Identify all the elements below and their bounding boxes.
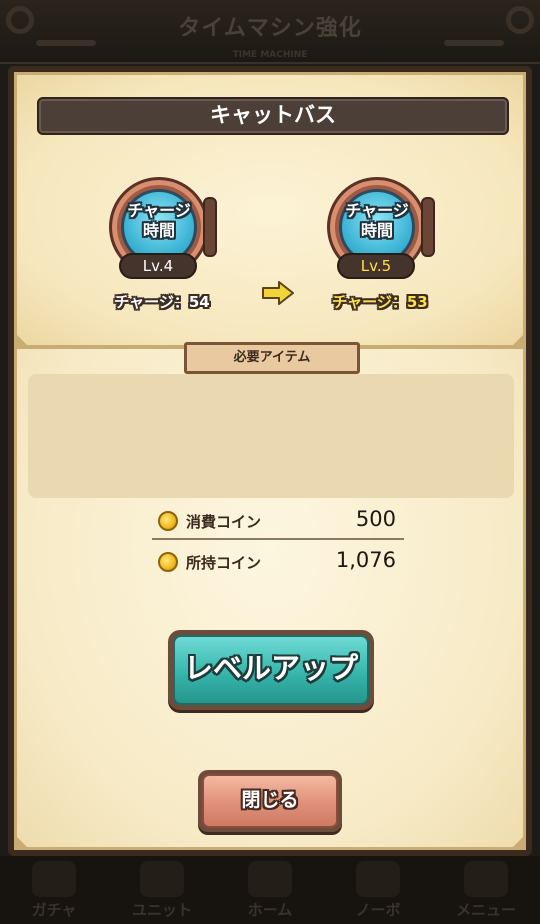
corner-decor [513,335,523,345]
gacha-icon [32,861,76,897]
unit-icon [140,861,184,897]
next-level-badge: Lv.5 [337,253,415,279]
coin-icon [158,552,178,572]
owned-value: 1,076 [335,548,396,572]
required-items-area [28,374,514,498]
next-charge-text: チャージ：53 [332,293,428,311]
medal-label: チャージ 時間 [127,201,191,240]
owned-coin-row: 所持コイン 1,076 [152,544,404,580]
current-charge-text: チャージ：54 [114,293,210,311]
current-level-medal: チャージ 時間 Lv.4 [107,173,217,283]
nav-unit: ユニット [108,861,216,920]
background-header: タイムマシン強化 TIME MACHINE [0,0,540,64]
current-level-badge: Lv.4 [119,253,197,279]
divider [152,538,404,540]
bottom-nav: ガチャ ユニット ホーム ノーボ メニュー [0,856,540,924]
required-items-label: 必要アイテム [184,342,360,374]
close-button[interactable]: 閉じる [198,770,342,832]
screen-title: タイムマシン強化 [178,16,362,41]
cost-label: 消費コイン [186,513,262,531]
corner-decor [17,837,27,847]
nav-menu: メニュー [432,861,540,920]
nav-home: ホーム [216,861,324,920]
owned-label: 所持コイン [186,554,262,572]
menu-icon [464,861,508,897]
corner-decor [513,837,523,847]
nav-item-4: ノーボ [324,861,432,920]
cog-icon [421,197,435,257]
level-up-button[interactable]: レベルアップ [168,630,374,710]
close-button-label: 閉じる [202,774,338,828]
arrow-right-icon [262,281,294,305]
box-icon [356,861,400,897]
nav-gacha: ガチャ [0,861,108,920]
corner-decor [17,335,27,345]
cost-coin-row: 消費コイン 500 [152,503,404,539]
cog-icon [203,197,217,257]
screen-subtitle: TIME MACHINE [232,50,308,60]
level-up-button-label: レベルアップ [173,635,369,705]
medal-label: チャージ 時間 [345,201,409,240]
next-level-medal: チャージ 時間 Lv.5 [325,173,435,283]
home-icon [248,861,292,897]
item-name-title: キャットバス [37,97,509,135]
coin-icon [158,511,178,531]
upgrade-preview-panel: キャットバス チャージ 時間 Lv.4 チャージ：54 チャージ 時間 Lv.5… [14,72,526,348]
cost-value: 500 [355,507,396,531]
upgrade-dialog: キャットバス チャージ 時間 Lv.4 チャージ：54 チャージ 時間 Lv.5… [8,66,532,856]
